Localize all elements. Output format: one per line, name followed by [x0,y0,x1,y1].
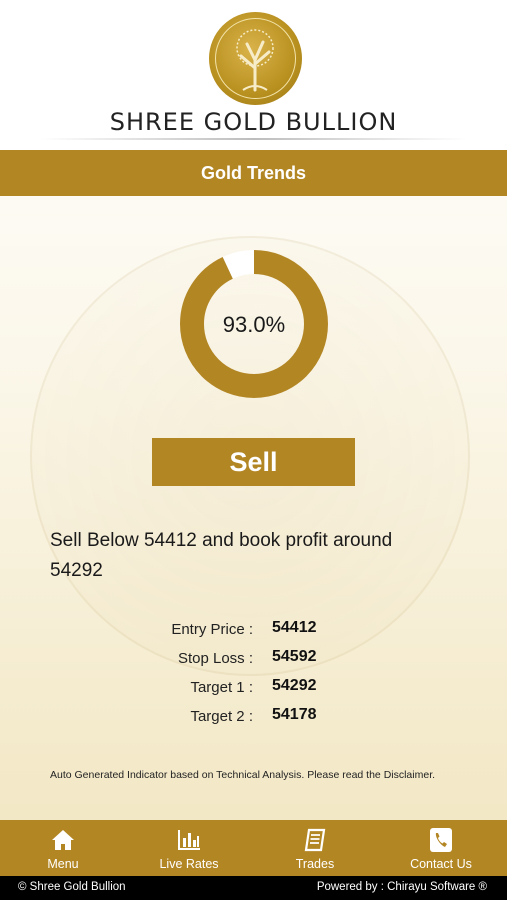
nav-label: Menu [47,857,79,871]
level-row-target-2: Target 2 : 54178 [0,704,507,733]
bar-chart-icon [178,830,200,850]
home-icon [52,830,74,850]
advice-text: Sell Below 54412 and book profit around … [50,530,393,581]
nav-contact-us[interactable]: Contact Us [378,820,504,876]
copyright-text: © Shree Gold Bullion [18,881,126,893]
nav-label: Trades [295,857,335,871]
level-label: Target 2 : [190,708,253,725]
nav-label: Live Rates [159,857,219,871]
brand-name: SHREE GOLD BULLION [109,108,398,136]
nav-trades[interactable]: Trades [252,820,378,876]
phone-icon [430,828,452,852]
level-row-stop-loss: Stop Loss : 54592 [0,646,507,675]
powered-by-link[interactable]: Powered by : Chirayu Software ® [317,881,487,893]
level-value: 54592 [272,648,317,665]
app-header: SHREE GOLD BULLION [0,0,507,150]
page-title: Gold Trends [0,150,507,196]
tree-logo-icon [209,12,302,105]
level-row-target-1: Target 1 : 54292 [0,675,507,704]
level-row-entry: Entry Price : 54412 [0,617,507,646]
signal-badge: Sell [152,438,355,486]
bottom-nav: Menu Live Rates Trades Contact Us [0,820,507,876]
disclaimer-text: Auto Generated Indicator based on Techni… [50,769,436,781]
level-label: Target 1 : [190,679,253,696]
nav-menu[interactable]: Menu [0,820,126,876]
divider [40,138,467,140]
level-label: Entry Price : [171,621,253,638]
nav-label: Contact Us [410,857,472,871]
percent-label: 93.0% [222,312,286,337]
book-icon [304,828,326,852]
level-label: Stop Loss : [177,650,253,667]
level-value: 54178 [272,706,317,723]
level-value: 54412 [272,619,317,636]
nav-live-rates[interactable]: Live Rates [126,820,252,876]
footer: © Shree Gold Bullion Powered by : Chiray… [0,876,507,900]
level-value: 54292 [272,677,317,694]
